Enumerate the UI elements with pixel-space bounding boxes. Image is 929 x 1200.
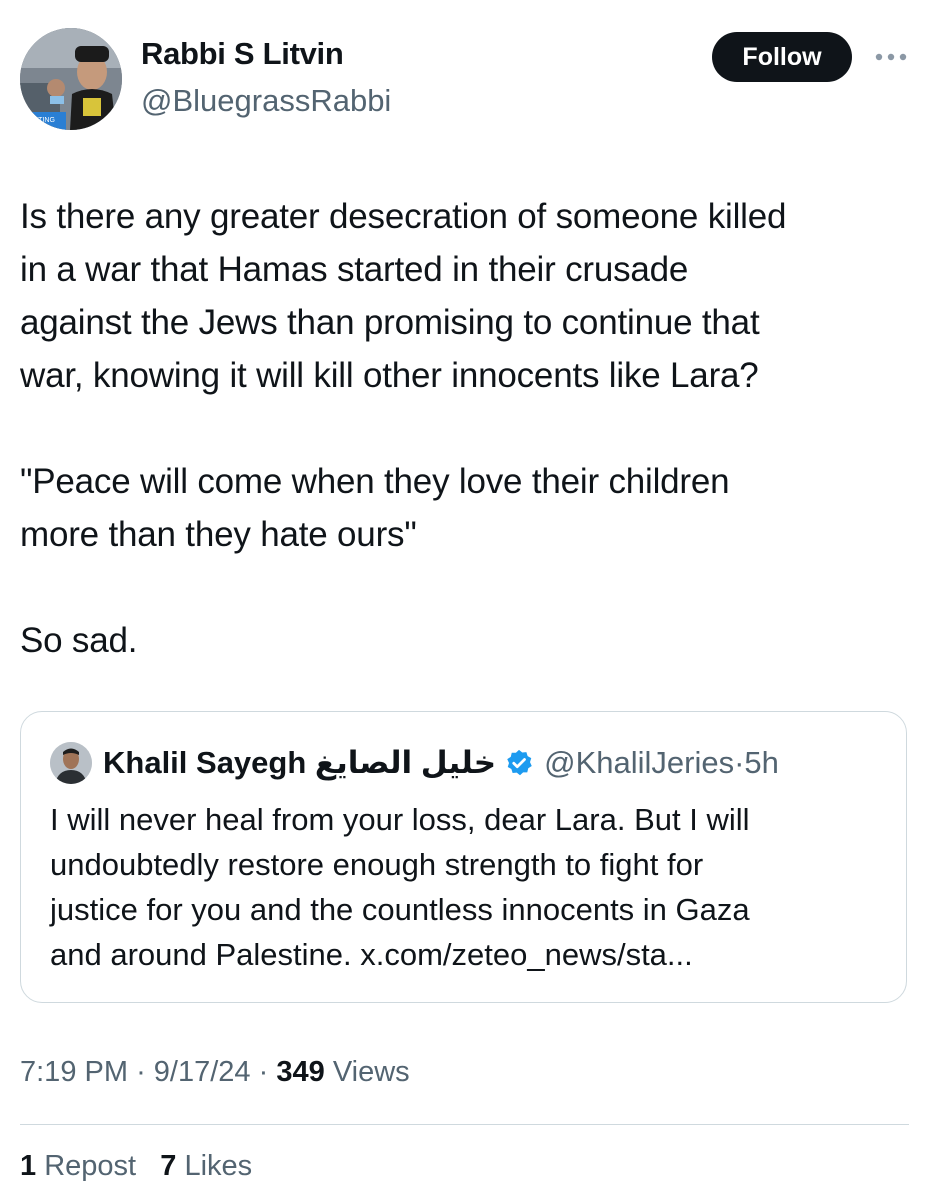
reposts-label: Repost [44,1150,137,1182]
tweet-date[interactable]: 9/17/24 [154,1056,251,1088]
profile-photo: MEETING [20,28,122,130]
tweet-paragraph: So sad. [20,621,138,660]
quoted-profile-photo [50,742,92,784]
verified-badge-icon [507,749,532,776]
quoted-tweet-header: Khalil Sayegh خليل الصايغ @KhalilJeries … [103,742,779,784]
quoted-tweet-text: I will never heal from your loss, dear L… [50,802,750,972]
avatar-caption: MEETING [23,117,55,124]
quoted-author-name[interactable]: Khalil Sayegh خليل الصايغ [103,745,496,781]
quoted-separator: · [734,745,745,780]
meta-separator: · [136,1056,146,1088]
reposts-link[interactable]: 1 Repost [20,1150,136,1182]
divider [20,1124,909,1125]
tweet-paragraph: "Peace will come when they love their ch… [20,462,730,554]
tweet-paragraph: Is there any greater desecration of some… [20,197,787,395]
likes-count: 7 [160,1150,177,1182]
author-display-name[interactable]: Rabbi S Litvin [141,36,344,72]
quoted-author-avatar[interactable] [50,742,92,784]
author-handle[interactable]: @BluegrassRabbi [141,83,391,119]
engagement-stats: 1 Repost 7 Likes [20,1150,252,1183]
author-avatar[interactable]: MEETING [20,28,122,130]
tweet-text: Is there any greater desecration of some… [20,190,900,720]
more-horizontal-icon[interactable] [874,52,908,62]
quoted-author-handle[interactable]: @KhalilJeries [544,745,734,781]
reposts-count: 1 [20,1150,37,1182]
tweet-time[interactable]: 7:19 PM [20,1056,128,1088]
views-label: Views [332,1056,410,1088]
likes-link[interactable]: 7 Likes [160,1150,252,1182]
likes-label: Likes [184,1150,253,1182]
meta-separator: · [258,1056,269,1088]
views-count: 349 [276,1056,325,1088]
tweet-meta: 7:19 PM · 9/17/24 · 349 Views [20,1056,410,1089]
follow-button[interactable]: Follow [712,32,852,82]
quoted-timestamp[interactable]: 5h [744,745,778,781]
quoted-tweet-card[interactable]: Khalil Sayegh خليل الصايغ @KhalilJeries … [20,711,907,1003]
